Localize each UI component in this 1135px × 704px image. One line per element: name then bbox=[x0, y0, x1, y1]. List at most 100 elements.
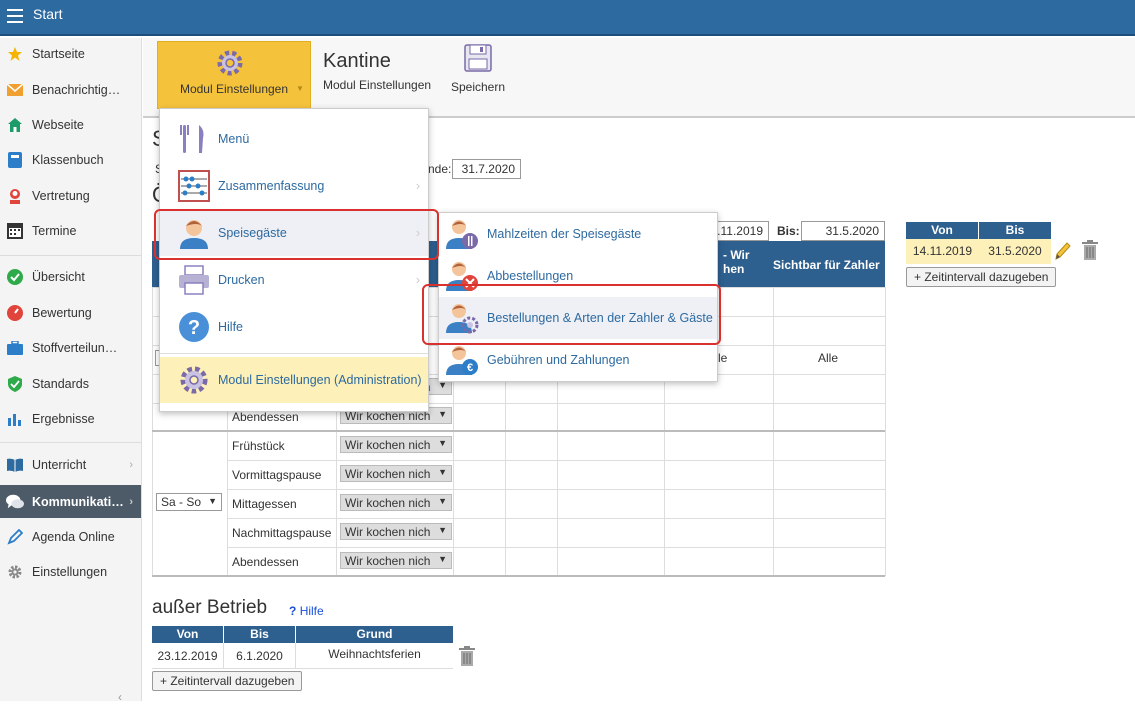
meal-option-select[interactable]: Wir kochen nich▼ bbox=[340, 523, 452, 540]
bis-date-input[interactable]: 31.5.2020 bbox=[801, 221, 885, 241]
dropdown-arrow-icon: ▼ bbox=[438, 525, 447, 535]
abacus-icon bbox=[177, 169, 211, 203]
person-icon bbox=[6, 188, 24, 204]
sidebar-item-kommunikation[interactable]: Kommunikation › bbox=[0, 485, 141, 518]
chevron-right-icon: › bbox=[129, 495, 133, 508]
star-icon bbox=[6, 46, 24, 62]
menu-item-zusammenfassung[interactable]: Zusammenfassung › bbox=[160, 163, 428, 209]
meal-option-select[interactable]: Wir kochen nich▼ bbox=[340, 436, 452, 453]
pencil-edit-icon[interactable] bbox=[1054, 241, 1072, 264]
sidebar-item-termine[interactable]: Termine bbox=[0, 216, 141, 246]
sidebar-item-webseite[interactable]: Webseite bbox=[0, 110, 141, 140]
menu-item-hilfe[interactable]: ? Hilfe bbox=[160, 304, 428, 350]
row-divider bbox=[227, 547, 885, 548]
calendar-icon bbox=[6, 223, 24, 239]
floppy-disk-icon bbox=[464, 44, 492, 75]
module-settings-menu: Menü Zusammenfassung › Speisegäste › Druck… bbox=[159, 108, 429, 412]
dropdown-arrow-icon: ▼ bbox=[438, 467, 447, 477]
sidebar-item-klassenbuch[interactable]: Klassenbuch bbox=[0, 145, 141, 175]
meal-option-select[interactable]: Wir kochen nich▼ bbox=[340, 552, 452, 569]
bar-chart-icon bbox=[6, 411, 24, 427]
ende-label: nde: bbox=[428, 162, 452, 176]
sidebar-item-benachrichtigungen[interactable]: Benachrichtigungen bbox=[0, 75, 141, 105]
sichtbar-value: Alle bbox=[818, 351, 839, 365]
dropdown-arrow-icon: ▼ bbox=[208, 496, 217, 506]
sidebar-item-stoffverteilungsplan[interactable]: Stoffverteilungsplan bbox=[0, 333, 141, 363]
highlight-callout-speisegaeste bbox=[154, 209, 439, 260]
menu-divider bbox=[160, 353, 428, 354]
chevron-right-icon: › bbox=[129, 459, 133, 471]
group-divider bbox=[152, 430, 885, 432]
sidebar-item-agenda-online[interactable]: Agenda Online bbox=[0, 522, 141, 552]
open-book-icon bbox=[6, 457, 24, 473]
meal-label: Vormittagspause bbox=[232, 468, 322, 482]
app-title: Start bbox=[33, 6, 63, 22]
help-question-icon: ? bbox=[177, 310, 211, 344]
sidebar-item-ergebnisse[interactable]: Ergebnisse bbox=[0, 404, 141, 434]
sichtbar-value-partial: le bbox=[718, 351, 728, 365]
row-divider bbox=[227, 518, 885, 519]
meal-label: Abendessen bbox=[232, 555, 299, 569]
person-euro-icon: € bbox=[445, 343, 479, 377]
sidebar-item-vertretung[interactable]: Vertretung bbox=[0, 181, 141, 211]
sidebar-collapse-icon[interactable]: ‹ bbox=[118, 690, 122, 704]
column-divider bbox=[885, 287, 886, 576]
add-closed-interval-button[interactable]: + Zeitintervall dazugeben bbox=[152, 671, 303, 691]
envelope-icon bbox=[6, 82, 24, 98]
submenu-item-mahlzeiten[interactable]: Mahlzeiten der Speisegäste bbox=[439, 213, 717, 255]
sidebar-divider bbox=[0, 255, 141, 256]
person-fork-icon bbox=[445, 217, 479, 251]
chevron-right-icon: › bbox=[415, 273, 420, 287]
meal-option-select[interactable]: Wir kochen nich▼ bbox=[340, 465, 452, 482]
printer-icon bbox=[177, 263, 211, 297]
sidebar: Startseite Benachrichtigungen Webseite K… bbox=[0, 38, 142, 704]
meal-option-select[interactable]: Wir kochen nich▼ bbox=[340, 494, 452, 511]
check-circle-icon bbox=[6, 269, 24, 285]
highlight-callout-bestellungen bbox=[422, 284, 721, 345]
sidebar-item-bewertung[interactable]: Bewertung bbox=[0, 298, 141, 328]
sidebar-item-standards[interactable]: Standards bbox=[0, 369, 141, 399]
sidebar-item-unterricht[interactable]: Unterricht › bbox=[0, 450, 141, 480]
trash-icon[interactable] bbox=[458, 646, 476, 670]
save-button[interactable]: Speichern bbox=[448, 44, 508, 94]
dropdown-arrow-icon: ▼ bbox=[438, 409, 447, 419]
add-interval-button[interactable]: + Zeitintervall dazugeben bbox=[906, 267, 1057, 287]
module-settings-button[interactable]: Modul Einstellungen ▼ bbox=[157, 41, 311, 109]
table-bottom-border bbox=[152, 575, 885, 577]
hamburger-menu-icon[interactable] bbox=[7, 9, 23, 23]
menu-item-menue[interactable]: Menü bbox=[160, 116, 428, 162]
fork-knife-icon bbox=[177, 122, 211, 156]
house-icon bbox=[6, 117, 24, 133]
gear-icon bbox=[177, 363, 211, 397]
chevron-right-icon: › bbox=[415, 179, 420, 193]
closed-section-title: außer Betrieb bbox=[152, 597, 268, 618]
chat-icon bbox=[6, 494, 24, 510]
menu-item-modul-einstellungen-administration[interactable]: Modul Einstellungen (Administration) bbox=[160, 357, 428, 403]
closed-row[interactable]: 23.12.2019 6.1.2020 Weihnachtsferien bbox=[152, 643, 453, 669]
meal-label: Frühstück bbox=[232, 439, 285, 453]
help-link[interactable]: ? Hilfe bbox=[289, 604, 324, 618]
bis-label: Bis: bbox=[777, 224, 800, 238]
day-range-select[interactable]: Sa - So ▼ bbox=[156, 493, 222, 511]
sidebar-item-einstellungen[interactable]: Einstellungen bbox=[0, 557, 141, 587]
submenu-item-gebuehren[interactable]: € Gebühren und Zahlungen bbox=[439, 339, 717, 381]
ende-date-input[interactable]: 31.7.2020 bbox=[452, 159, 521, 179]
gear-icon bbox=[215, 48, 245, 81]
menu-item-drucken[interactable]: Drucken › bbox=[160, 257, 428, 303]
sidebar-divider bbox=[0, 442, 141, 443]
column-header-partial: - Wir hen bbox=[723, 248, 750, 276]
trash-icon[interactable] bbox=[1081, 240, 1099, 264]
question-icon: ? bbox=[289, 604, 297, 618]
sidebar-item-startseite[interactable]: Startseite bbox=[0, 39, 141, 69]
gauge-icon bbox=[6, 305, 24, 321]
sidebar-item-uebersicht[interactable]: Übersicht bbox=[0, 262, 141, 292]
shield-icon bbox=[6, 376, 24, 392]
page-title: Kantine bbox=[323, 50, 391, 72]
svg-text:?: ? bbox=[188, 317, 200, 339]
dropdown-arrow-icon: ▼ bbox=[438, 438, 447, 448]
interval-row[interactable]: 14.11.2019 31.5.2020 bbox=[906, 239, 1051, 264]
page-subtitle: Modul Einstellungen bbox=[323, 78, 432, 92]
svg-text:€: € bbox=[467, 362, 473, 374]
interval-table-header: Von Bis bbox=[906, 222, 1051, 239]
meal-label: Nachmittagspause bbox=[232, 526, 332, 540]
